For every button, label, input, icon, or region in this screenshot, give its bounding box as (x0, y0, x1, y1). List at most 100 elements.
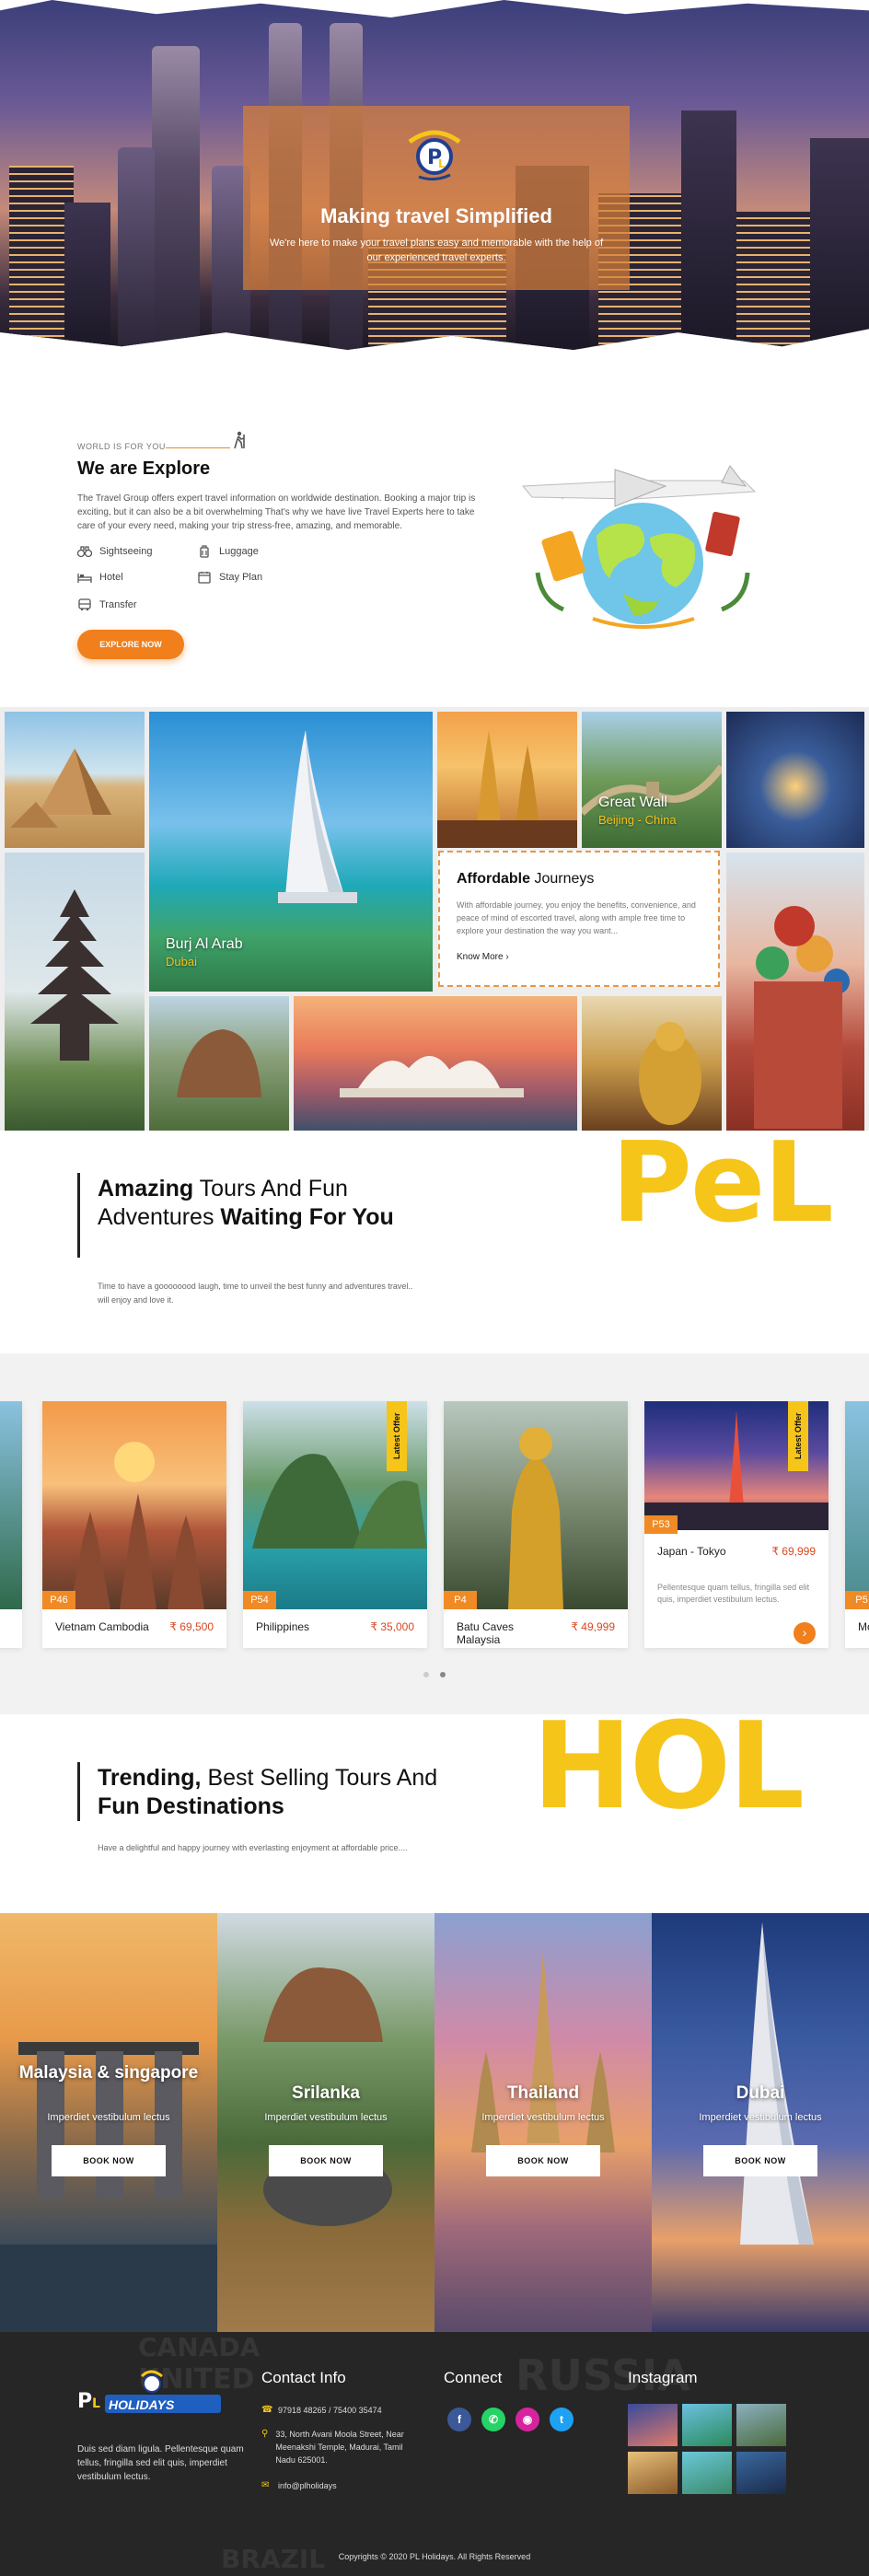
hero-title: Making travel Simplified (320, 204, 552, 227)
feature-stay-plan: Stay Plan (197, 571, 262, 584)
instagram-thumb[interactable] (736, 2452, 786, 2494)
tour-image (444, 1401, 628, 1609)
pel-logo-icon: P L (408, 130, 461, 181)
tour-price: ₹ 69,999 (771, 1545, 816, 1558)
instagram-heading: Instagram (628, 2369, 698, 2386)
carousel-dot[interactable] (423, 1672, 429, 1677)
affordable-text: With affordable journey, you enjoy the b… (457, 900, 696, 935)
tour-name: Vietnam Cambodia (55, 1620, 149, 1633)
feature-label: Transfer (99, 599, 137, 610)
section-accent-bar (77, 1173, 80, 1258)
footer: CANADA UNITED RUSSIA BRAZIL P L HOLIDAYS… (0, 2332, 869, 2576)
book-now-button[interactable]: BOOK NOW (52, 2145, 166, 2176)
feature-luggage: Luggage (197, 545, 259, 558)
tour-card-japan-tokyo[interactable]: Latest Offer P53 Japan - Tokyo ₹ 69,999 … (644, 1401, 828, 1648)
footer-logo-text: HOLIDAYS (109, 2397, 175, 2412)
tour-image (42, 1401, 226, 1609)
tour-name: Japan - Tokyo (657, 1545, 726, 1558)
explore-kicker: WORLD IS FOR YOU (77, 442, 166, 451)
tour-card-batu-caves[interactable]: P4 Batu Caves Malaysia ₹ 49,999 (444, 1401, 628, 1648)
destinations-gallery: Burj Al Arab Dubai Great Wall Beijing - … (0, 707, 869, 1131)
destination-srilanka[interactable]: Srilanka Imperdiet vestibulum lectus BOO… (217, 1913, 434, 2332)
hero-subtitle: We're here to make your travel plans eas… (269, 238, 604, 263)
tour-price: ₹ 69,500 (169, 1620, 214, 1633)
tour-name: Batu Caves Malaysia (457, 1620, 515, 1646)
svg-text:L: L (438, 157, 446, 170)
gallery-tile-city-night[interactable] (726, 712, 864, 848)
trending-title: Trending, Best Selling Tours And Fun Des… (98, 1765, 438, 1819)
explore-now-button[interactable]: EXPLORE NOW (77, 630, 184, 659)
contact-info-heading: Contact Info (261, 2369, 346, 2386)
gallery-tile-great-wall[interactable]: Great Wall Beijing - China (582, 712, 722, 848)
gallery-tile-burj-al-arab[interactable]: Burj Al Arab Dubai (149, 712, 433, 992)
instagram-icon[interactable]: ◉ (516, 2408, 539, 2431)
tour-image (0, 1401, 22, 1609)
svg-text:P: P (77, 2390, 92, 2413)
instagram-thumb[interactable] (628, 2452, 678, 2494)
know-more-link[interactable]: Know More › (457, 952, 509, 962)
holidays-watermark: HOL (532, 1696, 805, 1836)
twitter-icon[interactable]: t (550, 2408, 574, 2431)
instagram-thumb[interactable] (736, 2404, 786, 2446)
gallery-tile-pyramids[interactable] (5, 712, 145, 848)
destination-thailand[interactable]: Thailand Imperdiet vestibulum lectus BOO… (434, 1913, 652, 2332)
svg-text:L: L (92, 2396, 100, 2411)
tour-price: ₹ 49,999 (571, 1620, 615, 1633)
instagram-thumb[interactable] (682, 2404, 732, 2446)
destination-subtitle: Imperdiet vestibulum lectus (264, 2112, 388, 2123)
page: P L Making travel Simplified We're here … (0, 0, 869, 2576)
copyright-text: Copyrights © 2020 PL Holidays. All Right… (338, 2552, 531, 2561)
tour-description: Pellentesque quam tellus, fringilla sed … (657, 1583, 810, 1604)
facebook-icon[interactable]: f (447, 2408, 471, 2431)
feature-label: Hotel (99, 572, 123, 583)
gallery-tile-buddha[interactable] (582, 996, 722, 1131)
pel-logo-icon: P L (77, 2370, 221, 2413)
hiker-icon (234, 431, 245, 449)
mail-icon: ✉ (261, 2480, 270, 2490)
latest-offer-ribbon: Latest Offer (387, 1401, 407, 1471)
hero-slider: P L Making travel Simplified We're here … (0, 0, 869, 387)
latest-offer-ribbon: Latest Offer (788, 1401, 808, 1471)
burj-subtitle: Dubai (166, 955, 197, 969)
explore-text: The Travel Group offers expert travel in… (77, 493, 476, 531)
instagram-thumb[interactable] (628, 2404, 678, 2446)
tour-code-badge: P53 (644, 1515, 678, 1534)
gallery-tile-bangkok-temple[interactable] (437, 712, 577, 848)
hotel-bed-icon (77, 574, 92, 583)
tour-card-vietnam[interactable]: P46 Vietnam Cambodia ₹ 69,500 (42, 1401, 226, 1648)
affordable-title: Affordable Journeys (457, 871, 595, 887)
destination-name: Dubai (736, 2083, 785, 2103)
travel-globe-illustration (521, 465, 757, 629)
footer-logo[interactable]: P L HOLIDAYS (77, 2367, 225, 2422)
slider-dot-active[interactable] (260, 350, 278, 357)
section-accent-bar (77, 1762, 80, 1821)
book-now-button[interactable]: BOOK NOW (703, 2145, 817, 2176)
tour-code-badge: P5 (845, 1591, 869, 1609)
map-word: CANADA (138, 2332, 261, 2362)
map-marker-icon: ⚲ (261, 2429, 269, 2439)
affordable-journeys-card: Affordable Journeys With affordable jour… (438, 851, 720, 987)
footer-email: ✉ info@plholidays (261, 2480, 337, 2490)
carousel-dot-active[interactable] (440, 1672, 446, 1677)
gallery-tile-moscow[interactable] (726, 853, 864, 1131)
arrow-right-icon[interactable]: › (794, 1622, 816, 1644)
tour-card-partial-left[interactable]: 000 (0, 1401, 22, 1648)
instagram-thumb[interactable] (682, 2452, 732, 2494)
slider-dot[interactable] (247, 350, 254, 357)
whatsapp-icon[interactable]: ✆ (481, 2408, 505, 2431)
gallery-tile-sydney-opera[interactable] (294, 996, 577, 1131)
feature-transfer: Transfer (77, 598, 137, 611)
phone-icon: ☎ (261, 2405, 273, 2415)
feature-sightseeing: Sightseeing (77, 545, 153, 558)
book-now-button[interactable]: BOOK NOW (269, 2145, 383, 2176)
amazing-title: Amazing Tours And Fun Adventures Waiting… (98, 1176, 394, 1230)
binoculars-icon (77, 546, 92, 558)
destination-malaysia[interactable]: Malaysia & singapore Imperdiet vestibulu… (0, 1913, 217, 2332)
tour-card-philippines[interactable]: Latest Offer P54 Philippines ₹ 35,000 (243, 1401, 427, 1648)
footer-about: Duis sed diam ligula. Pellentesque quam … (77, 2444, 244, 2482)
destination-dubai[interactable]: Dubai Imperdiet vestibulum lectus BOOK N… (652, 1913, 869, 2332)
gallery-tile-bali-pagoda[interactable] (5, 853, 145, 1131)
gallery-tile-sigiriya[interactable] (149, 996, 289, 1131)
tour-card-partial-right[interactable]: P5 Mo (845, 1401, 869, 1648)
book-now-button[interactable]: BOOK NOW (486, 2145, 600, 2176)
